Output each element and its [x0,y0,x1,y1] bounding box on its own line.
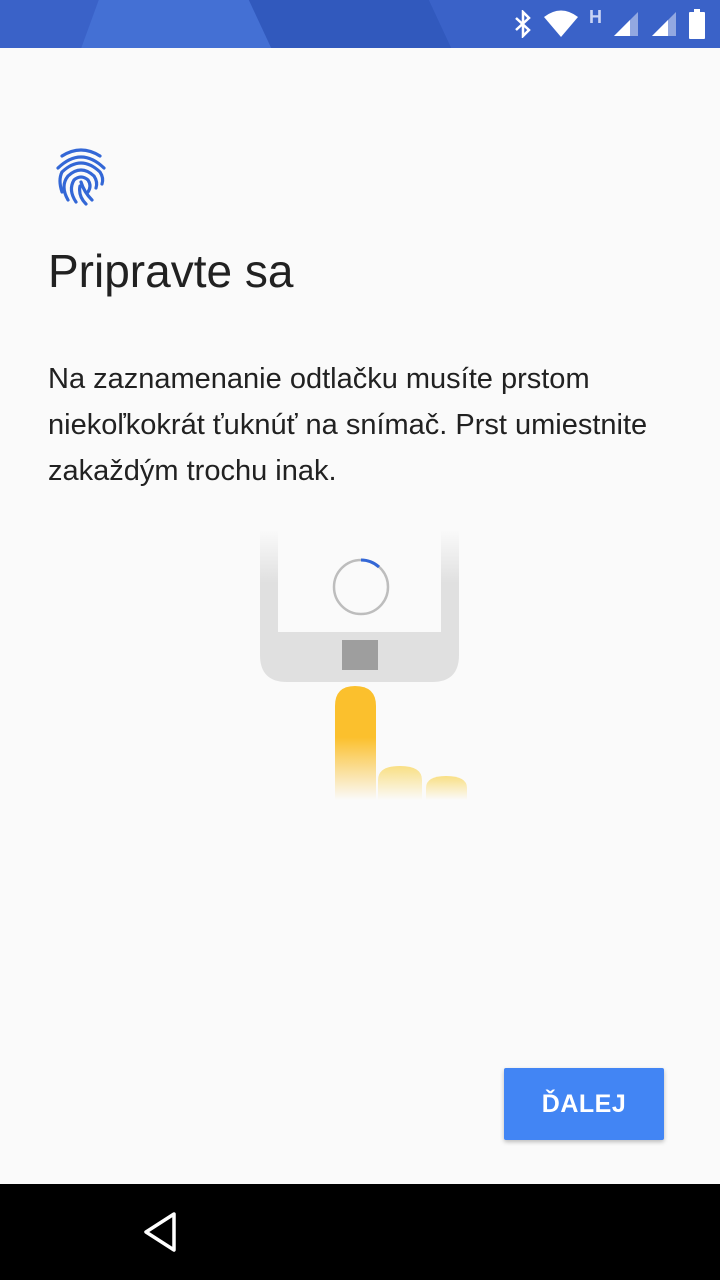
back-triangle-icon[interactable] [136,1208,184,1256]
status-icons: H [513,0,706,48]
instructions-text: Na zaznamenanie odtlačku musíte prstom n… [48,363,648,487]
knuckle [426,776,467,800]
fingerprint-sensor-illustration [260,530,467,800]
cell-signal-icon [614,12,638,36]
network-type-label: H [589,6,602,27]
battery-icon [689,9,705,39]
bluetooth-icon [515,10,531,38]
page-title: Pripravte sa [48,245,294,297]
phone-screen [278,530,441,632]
wifi-icon [544,10,578,37]
cell-signal-icon [652,12,676,36]
navigation-bar [0,1184,720,1280]
finger [335,686,376,800]
status-bar: H [0,0,720,48]
knuckle [378,766,422,800]
fingerprint-sensor [342,640,378,670]
fingerprint-icon [56,148,106,206]
next-button[interactable]: ĎALEJ [504,1068,664,1140]
